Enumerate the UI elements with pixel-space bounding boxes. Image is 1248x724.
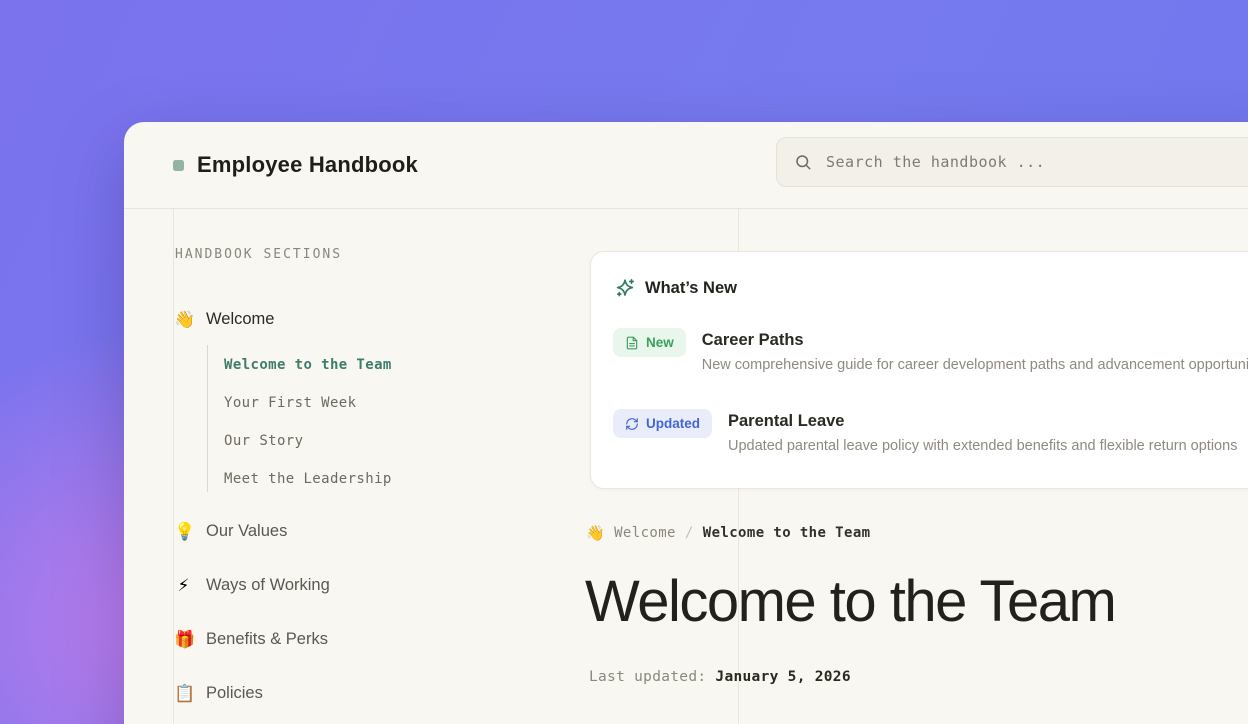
new-badge: New (613, 328, 686, 357)
updated-badge: Updated (613, 409, 712, 438)
last-updated-value: January 5, 2026 (715, 669, 850, 685)
whats-new-title: What’s New (645, 279, 737, 298)
refresh-icon (625, 417, 639, 431)
sidebar-heading: HANDBOOK SECTIONS (175, 247, 342, 262)
last-updated-label: Last updated: (589, 669, 715, 685)
brand-logo-icon (173, 160, 184, 171)
app-title: Employee Handbook (197, 152, 418, 178)
breadcrumb-section-link[interactable]: Welcome (614, 525, 676, 541)
search-input[interactable] (824, 152, 1248, 172)
app-header: Employee Handbook (124, 122, 1248, 209)
whats-new-item[interactable]: New Career Paths New comprehensive guide… (613, 328, 1248, 373)
whats-new-item-text: Parental Leave Updated parental leave po… (728, 411, 1237, 454)
desktop-background: Employee Handbook HANDBOOK SECTIONS 👋 We… (0, 0, 1248, 724)
file-text-icon (625, 336, 639, 350)
sidebar-item-ways-of-working[interactable]: ⚡ Ways of Working (174, 576, 330, 595)
whats-new-card: What’s New New Career Paths New comprehe… (590, 251, 1248, 489)
sidebar-subitem-your-first-week[interactable]: Your First Week (224, 395, 356, 411)
sidebar-item-label: Benefits & Perks (206, 630, 328, 649)
badge-label: Updated (646, 416, 700, 431)
clipboard-icon: 📋 (174, 685, 193, 702)
sidebar-item-benefits-perks[interactable]: 🎁 Benefits & Perks (174, 630, 328, 649)
whats-new-item-description: New comprehensive guide for career devel… (702, 357, 1248, 373)
sub-nav-rail (207, 345, 208, 492)
sidebar-item-our-values[interactable]: 💡 Our Values (174, 522, 287, 541)
badge-label: New (646, 335, 674, 350)
sidebar-item-label: Policies (206, 684, 263, 703)
breadcrumb-current-page: Welcome to the Team (703, 525, 871, 541)
sidebar-subitem-meet-the-leadership[interactable]: Meet the Leadership (224, 471, 392, 487)
whats-new-header: What’s New (615, 278, 737, 298)
breadcrumb-separator: / (685, 525, 694, 541)
sidebar-item-label: Our Values (206, 522, 287, 541)
sparkles-icon (615, 278, 635, 298)
light-bulb-icon: 💡 (174, 523, 193, 540)
breadcrumb: 👋 Welcome / Welcome to the Team (586, 525, 870, 541)
sidebar-item-welcome[interactable]: 👋 Welcome (174, 310, 274, 329)
sidebar-subitem-our-story[interactable]: Our Story (224, 433, 303, 449)
whats-new-item[interactable]: Updated Parental Leave Updated parental … (613, 409, 1237, 454)
whats-new-item-text: Career Paths New comprehensive guide for… (702, 330, 1248, 373)
lightning-icon: ⚡ (174, 577, 193, 594)
gift-icon: 🎁 (174, 631, 193, 648)
sidebar-subitem-welcome-to-the-team[interactable]: Welcome to the Team (224, 357, 392, 373)
search-bar[interactable] (776, 137, 1248, 187)
whats-new-item-title: Career Paths (702, 330, 1248, 350)
waving-hand-icon: 👋 (586, 526, 605, 541)
page-title: Welcome to the Team (585, 572, 1115, 633)
whats-new-item-title: Parental Leave (728, 411, 1237, 431)
brand: Employee Handbook (173, 122, 418, 208)
waving-hand-icon: 👋 (174, 311, 193, 328)
app-window: Employee Handbook HANDBOOK SECTIONS 👋 We… (124, 122, 1248, 724)
sidebar-item-label: Ways of Working (206, 576, 330, 595)
last-updated: Last updated: January 5, 2026 (589, 669, 851, 685)
sidebar-item-label: Welcome (206, 310, 274, 329)
search-icon (794, 153, 812, 171)
sidebar-item-policies[interactable]: 📋 Policies (174, 684, 263, 703)
whats-new-item-description: Updated parental leave policy with exten… (728, 438, 1237, 454)
